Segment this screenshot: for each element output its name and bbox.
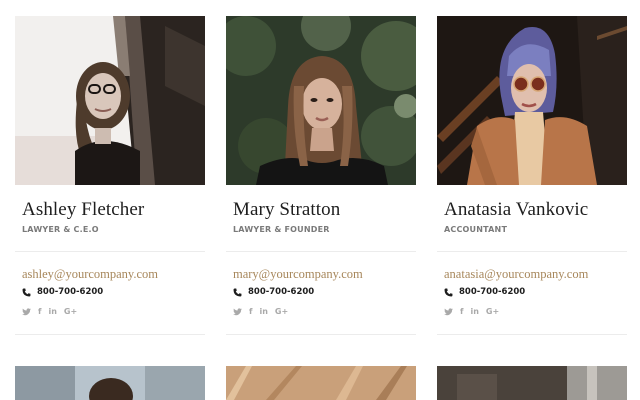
phone-icon [233,288,242,296]
google-plus-icon[interactable]: G+ [64,306,77,318]
twitter-icon[interactable] [22,308,31,316]
facebook-icon[interactable]: f [249,306,252,318]
divider [15,334,205,335]
member-phone: 800-700-6200 [459,287,526,297]
phone-row: 800-700-6200 [437,285,627,299]
field-grass-photo [226,366,416,400]
member-email-link[interactable]: ashley@yourcompany.com [15,267,205,282]
team-grid-row-2 [15,366,627,400]
linkedin-icon[interactable]: in [259,306,267,318]
member-email-link[interactable]: anatasia@yourcompany.com [437,267,627,282]
divider [437,334,627,335]
member-name: Anatasia Vankovic [444,199,589,220]
member-role: ACCOUNTANT [444,225,508,234]
team-photo[interactable] [437,366,627,400]
google-plus-icon[interactable]: G+ [275,306,288,318]
team-photo[interactable] [226,366,416,400]
divider [15,251,205,252]
team-photo[interactable] [15,16,205,185]
phone-icon [444,288,453,296]
member-email-link[interactable]: mary@yourcompany.com [226,267,416,282]
google-plus-icon[interactable]: G+ [486,306,499,318]
woman-with-glasses-photo [15,16,205,185]
team-card-mary: Mary Stratton LAWYER & FOUNDER mary@your… [226,16,416,335]
divider [226,334,416,335]
facebook-icon[interactable]: f [460,306,463,318]
team-photo[interactable] [15,366,205,400]
divider [226,251,416,252]
street-building-photo [437,366,627,400]
phone-row: 800-700-6200 [226,285,416,299]
team-card-ashley: Ashley Fletcher LAWYER & C.E.O ashley@yo… [15,16,205,335]
team-photo[interactable] [226,16,416,185]
member-name: Mary Stratton [233,199,341,220]
divider [437,251,627,252]
woman-long-hair-photo [226,16,416,185]
social-links: f in G+ [437,306,627,318]
team-card-anatasia: Anatasia Vankovic ACCOUNTANT anatasia@yo… [437,16,627,335]
social-links: f in G+ [226,306,416,318]
team-photo[interactable] [437,16,627,185]
member-role: LAWYER & C.E.O [22,225,99,234]
phone-icon [22,288,31,296]
woman-purple-hair-photo [437,16,627,185]
member-phone: 800-700-6200 [37,287,104,297]
twitter-icon[interactable] [233,308,242,316]
phone-row: 800-700-6200 [15,285,205,299]
linkedin-icon[interactable]: in [470,306,478,318]
man-city-photo [15,366,205,400]
twitter-icon[interactable] [444,308,453,316]
member-name: Ashley Fletcher [22,199,145,220]
facebook-icon[interactable]: f [38,306,41,318]
social-links: f in G+ [15,306,205,318]
linkedin-icon[interactable]: in [48,306,56,318]
member-phone: 800-700-6200 [248,287,315,297]
member-role: LAWYER & FOUNDER [233,225,330,234]
